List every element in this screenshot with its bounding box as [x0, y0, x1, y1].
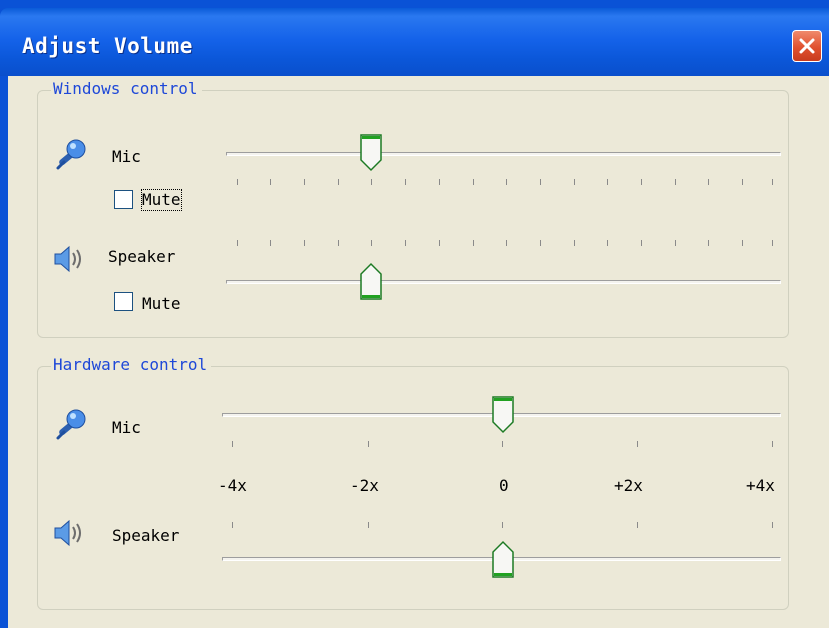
microphone-icon [56, 139, 86, 170]
hw-mic-label: Mic [112, 418, 141, 437]
speaker-volume-slider-thumb[interactable] [360, 262, 382, 300]
mic-label: Mic [112, 147, 141, 166]
hardware-control-group [37, 366, 789, 610]
title-bar[interactable]: Adjust Volume [0, 8, 829, 76]
scale-label: +2x [614, 476, 643, 495]
speaker-icon [54, 519, 81, 547]
hw-speaker-label: Speaker [112, 526, 180, 545]
scale-label: +4x [746, 476, 775, 495]
scale-label: 0 [499, 476, 509, 495]
speaker-mute-checkbox[interactable] [114, 292, 133, 311]
speaker-label: Speaker [108, 247, 176, 266]
adjust-volume-window: Adjust Volume Windows control Mic Mute S… [0, 0, 829, 628]
scale-label: -2x [350, 476, 379, 495]
mic-volume-slider-thumb[interactable] [360, 134, 382, 172]
scale-label: -4x [218, 476, 247, 495]
dialog-body: Windows control Mic Mute Speaker Mute Ha… [8, 76, 829, 628]
window-title: Adjust Volume [22, 34, 193, 58]
close-button[interactable] [792, 30, 822, 62]
speaker-volume-track[interactable] [226, 280, 781, 284]
hw-mic-gain-slider-thumb[interactable] [492, 396, 514, 434]
speaker-mute-label[interactable]: Mute [142, 294, 181, 314]
mic-mute-label[interactable]: Mute [141, 189, 182, 211]
mic-mute-checkbox[interactable] [114, 190, 133, 209]
mic-volume-track[interactable] [226, 152, 781, 156]
close-icon [799, 38, 815, 54]
hardware-control-title: Hardware control [51, 355, 212, 375]
speaker-icon [54, 245, 81, 273]
windows-control-title: Windows control [51, 79, 202, 99]
microphone-icon [56, 409, 86, 440]
hw-speaker-gain-slider-thumb[interactable] [492, 540, 514, 578]
